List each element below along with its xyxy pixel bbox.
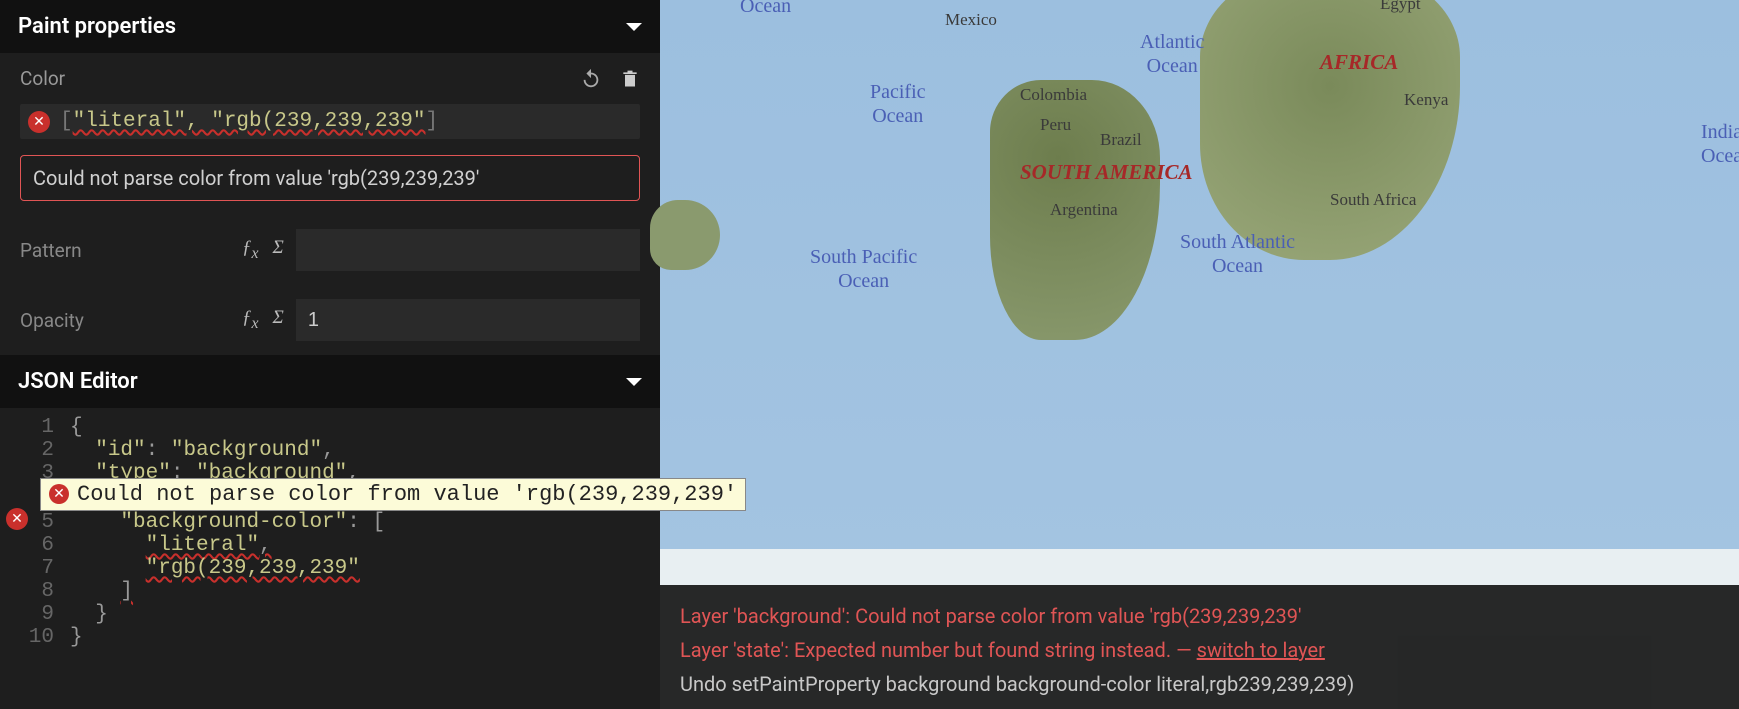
line-number: 8 bbox=[0, 580, 70, 603]
code-text: "literal", bbox=[70, 534, 272, 557]
undo-icon[interactable] bbox=[580, 68, 602, 90]
map-label-egypt: Egypt bbox=[1380, 0, 1421, 14]
code-text: "id": "background", bbox=[70, 439, 335, 462]
left-panel: Paint properties Color ✕ ["literal", "rg… bbox=[0, 0, 660, 709]
console-error-text: Layer 'state': Expected number but found… bbox=[680, 638, 1197, 662]
map-label-colombia: Colombia bbox=[1020, 85, 1087, 105]
code-text: { bbox=[70, 416, 83, 439]
sigma-icon[interactable]: Σ bbox=[273, 237, 284, 263]
editor-error-tooltip: ✕ Could not parse color from value 'rgb(2… bbox=[40, 478, 746, 511]
map-label-peru: Peru bbox=[1040, 115, 1071, 135]
paint-properties-header[interactable]: Paint properties bbox=[0, 0, 660, 53]
map-label-south-america: SOUTH AMERICA bbox=[1020, 160, 1193, 185]
color-expression-text: ["literal", "rgb(239,239,239"] bbox=[60, 110, 438, 133]
map-label-ocean: Ocean bbox=[740, 0, 791, 18]
line-number: 10 bbox=[0, 626, 70, 649]
map-label-kenya: Kenya bbox=[1404, 90, 1448, 110]
console-error-line: Layer 'state': Expected number but found… bbox=[680, 633, 1719, 667]
map-label-africa: AFRICA bbox=[1320, 50, 1398, 75]
json-editor-body[interactable]: 1{ 2 "id": "background", 3 "type": "back… bbox=[0, 408, 660, 709]
code-text: "background-color": [ bbox=[70, 511, 385, 534]
error-icon: ✕ bbox=[49, 484, 69, 504]
opacity-label: Opacity bbox=[20, 309, 230, 332]
line-number: 6 bbox=[0, 534, 70, 557]
tooltip-text: Could not parse color from value 'rgb(23… bbox=[77, 482, 737, 507]
chevron-down-icon bbox=[626, 378, 642, 386]
pattern-property-row: Pattern ƒx Σ bbox=[0, 215, 660, 285]
map-label-argentina: Argentina bbox=[1050, 200, 1118, 220]
map-label-south-atlantic: South Atlantic Ocean bbox=[1180, 230, 1295, 278]
line-number: 7 bbox=[0, 557, 70, 580]
pattern-input[interactable] bbox=[296, 229, 640, 271]
paint-properties-title: Paint properties bbox=[18, 14, 176, 39]
chevron-down-icon bbox=[626, 23, 642, 31]
map-label-pacific: Pacific Ocean bbox=[870, 80, 926, 128]
error-console: Layer 'background': Could not parse colo… bbox=[660, 585, 1739, 709]
console-info-line: Undo setPaintProperty background backgro… bbox=[680, 667, 1719, 701]
fx-icon[interactable]: ƒx bbox=[242, 307, 259, 333]
code-text: ] bbox=[70, 580, 133, 603]
console-error-line: Layer 'background': Could not parse colo… bbox=[680, 599, 1719, 633]
code-text: "rgb(239,239,239" bbox=[70, 557, 360, 580]
map-label-mexico: Mexico bbox=[945, 10, 997, 30]
opacity-input[interactable] bbox=[296, 299, 640, 341]
error-icon: ✕ bbox=[28, 111, 50, 133]
code-text: } bbox=[70, 626, 83, 649]
switch-to-layer-link[interactable]: switch to layer bbox=[1197, 638, 1325, 662]
map-label-atlantic: Atlantic Ocean bbox=[1140, 30, 1204, 78]
color-expression-input[interactable]: ✕ ["literal", "rgb(239,239,239"] bbox=[20, 104, 640, 139]
line-number: 9 bbox=[0, 603, 70, 626]
sigma-icon[interactable]: Σ bbox=[273, 307, 284, 333]
line-number: 2 bbox=[0, 439, 70, 462]
pattern-label: Pattern bbox=[20, 239, 230, 262]
json-editor-header[interactable]: JSON Editor bbox=[0, 355, 660, 408]
trash-icon[interactable] bbox=[620, 68, 640, 90]
color-error-message: Could not parse color from value 'rgb(23… bbox=[20, 155, 640, 201]
code-text: } bbox=[70, 603, 108, 626]
opacity-property-row: Opacity ƒx Σ bbox=[0, 285, 660, 355]
color-property-row: Color bbox=[0, 53, 660, 94]
map-label-south-africa: South Africa bbox=[1330, 190, 1416, 210]
map-label-indian: Indian Ocean bbox=[1701, 120, 1739, 180]
fx-icon[interactable]: ƒx bbox=[242, 237, 259, 263]
map-preview[interactable]: Ocean Mexico Atlantic Ocean Egypt Pacifi… bbox=[660, 0, 1739, 709]
json-editor-title: JSON Editor bbox=[18, 369, 138, 394]
gutter-error-icon[interactable]: ✕ bbox=[6, 508, 28, 530]
nz-shape bbox=[650, 200, 720, 270]
map-label-brazil: Brazil bbox=[1100, 130, 1142, 150]
line-number: 1 bbox=[0, 416, 70, 439]
map-label-south-pacific: South Pacific Ocean bbox=[810, 245, 917, 293]
color-label: Color bbox=[20, 67, 65, 90]
